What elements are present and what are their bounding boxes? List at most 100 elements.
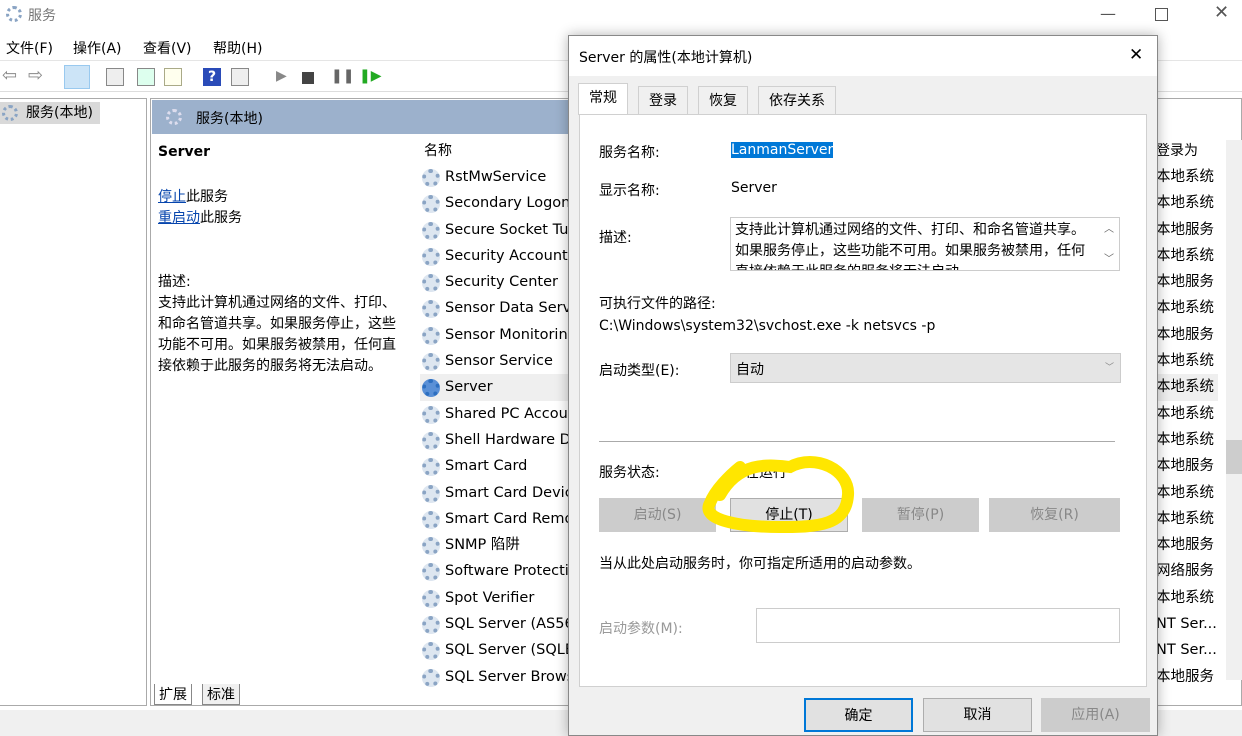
list-item[interactable]: SNMP 陷阱 — [420, 532, 570, 558]
start-params-label: 启动参数(M): — [599, 621, 683, 637]
tree-item-services-local[interactable]: 服务(本地) — [0, 102, 100, 124]
logon-cell: 本地系统 — [1156, 300, 1214, 317]
gear-icon — [422, 510, 440, 529]
list-item[interactable]: Smart Card — [420, 453, 570, 479]
logon-cell: 本地系统 — [1156, 169, 1214, 185]
cancel-button[interactable]: 取消 — [923, 698, 1032, 732]
logon-cell: 本地服务 — [1156, 537, 1214, 554]
tab-standard[interactable]: 标准 — [202, 684, 240, 705]
logon-cell: 本地系统 — [1156, 431, 1214, 448]
console-icon[interactable] — [231, 68, 249, 86]
service-name: SQL Server (AS56) — [445, 616, 570, 633]
play-icon[interactable]: ▶ — [276, 68, 294, 86]
list-item[interactable]: Sensor Service — [420, 348, 570, 374]
service-name: Security Center — [445, 274, 558, 291]
pause-button[interactable]: 暂停(P) — [862, 498, 979, 532]
window-title: 服务 — [28, 8, 56, 24]
tab-extended[interactable]: 扩展 — [154, 684, 192, 705]
list-item[interactable]: Software Protection — [420, 558, 570, 584]
properties-icon[interactable] — [106, 68, 124, 86]
column-header-name[interactable]: 名称 — [424, 140, 452, 160]
logon-cell: 本地系统 — [1156, 405, 1214, 422]
divider — [599, 441, 1115, 442]
stop-service-link[interactable]: 停止 — [158, 189, 186, 205]
gear-icon — [422, 169, 440, 187]
service-name: Smart Card Removal — [445, 510, 570, 527]
resume-button[interactable]: 恢复(R) — [989, 498, 1120, 532]
menu-help[interactable]: 帮助(H) — [213, 38, 262, 58]
list-item[interactable]: SQL Server (SQLEXPRESS) — [420, 637, 570, 663]
selected-service-name: Server — [158, 144, 211, 160]
minimize-button[interactable]: — — [1100, 4, 1116, 23]
description-text: 支持此计算机通过网络的文件、打印、和命名管道共享。如果服务停止，这些功能不可用。… — [735, 222, 1085, 270]
refresh-icon[interactable] — [137, 68, 155, 86]
description-box[interactable]: 支持此计算机通过网络的文件、打印、和命名管道共享。如果服务停止，这些功能不可用。… — [730, 217, 1120, 271]
column-header-logon[interactable]: 登录为 — [1156, 140, 1198, 160]
stop-icon[interactable] — [302, 72, 314, 84]
logon-cell: 本地系统 — [1156, 589, 1214, 606]
gear-icon — [422, 274, 440, 293]
list-item[interactable]: Secure Socket Tunneling — [420, 217, 570, 243]
dialog-titlebar: Server 的属性(本地计算机) ✕ — [569, 36, 1157, 76]
service-name: SQL Server (SQLEXPRESS) — [445, 642, 570, 659]
menu-view[interactable]: 查看(V) — [143, 38, 192, 58]
list-item[interactable]: SQL Server (AS56) — [420, 611, 570, 637]
ok-button[interactable]: 确定 — [804, 698, 913, 732]
start-button[interactable]: 启动(S) — [599, 498, 716, 532]
list-item[interactable]: Server — [420, 374, 570, 401]
startup-type-value: 自动 — [736, 362, 764, 378]
list-item[interactable]: Security Center — [420, 269, 570, 295]
tab-logon[interactable]: 登录 — [638, 86, 688, 114]
pause-icon[interactable]: ❚❚ — [331, 68, 354, 86]
scroll-up-icon[interactable]: ︿ — [1104, 220, 1114, 235]
list-scrollbar[interactable] — [1226, 140, 1242, 680]
list-item[interactable]: Shell Hardware Detection — [420, 427, 570, 453]
gear-icon — [422, 431, 440, 450]
service-name-value[interactable]: LanmanServer — [731, 142, 834, 158]
close-button[interactable]: ✕ — [1214, 2, 1229, 23]
service-name: SQL Server Browser — [445, 668, 570, 685]
logon-cell: 本地系统 — [1156, 484, 1214, 501]
list-item[interactable]: Smart Card Removal — [420, 506, 570, 532]
service-name: Secure Socket Tunneling — [445, 221, 570, 238]
back-icon[interactable]: ⇦ — [2, 65, 20, 86]
list-item[interactable]: Sensor Monitoring — [420, 322, 570, 348]
startup-type-select[interactable]: 自动 ﹀ — [730, 353, 1121, 383]
help-icon[interactable]: ? — [203, 68, 221, 86]
list-item[interactable]: Secondary Logon — [420, 190, 570, 216]
gear-icon — [422, 353, 440, 372]
logon-cell: 本地系统 — [1156, 510, 1214, 527]
service-name: Shell Hardware Detection — [445, 431, 570, 448]
forward-icon[interactable]: ⇨ — [28, 65, 46, 86]
resume-icon[interactable]: ❚▶ — [359, 68, 382, 86]
list-item[interactable]: Smart Card Device — [420, 480, 570, 506]
gear-icon — [422, 405, 440, 424]
gear-icon — [422, 563, 440, 582]
gear-icon — [422, 379, 440, 398]
tab-general[interactable]: 常规 — [578, 83, 628, 115]
logon-cell: 本地服务 — [1156, 221, 1214, 238]
show-hide-tree-icon[interactable] — [64, 65, 90, 89]
logon-cell: 本地系统 — [1156, 247, 1214, 264]
tab-recovery[interactable]: 恢复 — [698, 86, 748, 114]
apply-button[interactable]: 应用(A) — [1041, 698, 1150, 732]
export-icon[interactable] — [164, 68, 182, 86]
menu-file[interactable]: 文件(F) — [6, 38, 53, 58]
start-params-input[interactable] — [756, 608, 1120, 643]
scrollbar-thumb[interactable] — [1226, 440, 1242, 474]
dialog-close-button[interactable]: ✕ — [1129, 45, 1143, 65]
service-name: RstMwService — [445, 169, 547, 185]
restart-service-link[interactable]: 重启动 — [158, 210, 200, 226]
maximize-button[interactable] — [1155, 8, 1168, 21]
scroll-down-icon[interactable]: ﹀ — [1104, 250, 1114, 265]
list-item[interactable]: Spot Verifier — [420, 585, 570, 611]
list-item[interactable]: Sensor Data Service — [420, 295, 570, 321]
highlight-annotation — [702, 456, 854, 534]
gear-icon — [2, 105, 18, 121]
list-item[interactable]: Shared PC Account — [420, 401, 570, 427]
menu-action[interactable]: 操作(A) — [73, 38, 122, 58]
description-text: 支持此计算机通过网络的文件、打印、和命名管道共享。如果服务停止，这些功能不可用。… — [158, 295, 396, 374]
list-item[interactable]: RstMwService — [420, 164, 570, 190]
list-item[interactable]: Security Accounts — [420, 243, 570, 269]
tab-dependencies[interactable]: 依存关系 — [758, 86, 836, 114]
